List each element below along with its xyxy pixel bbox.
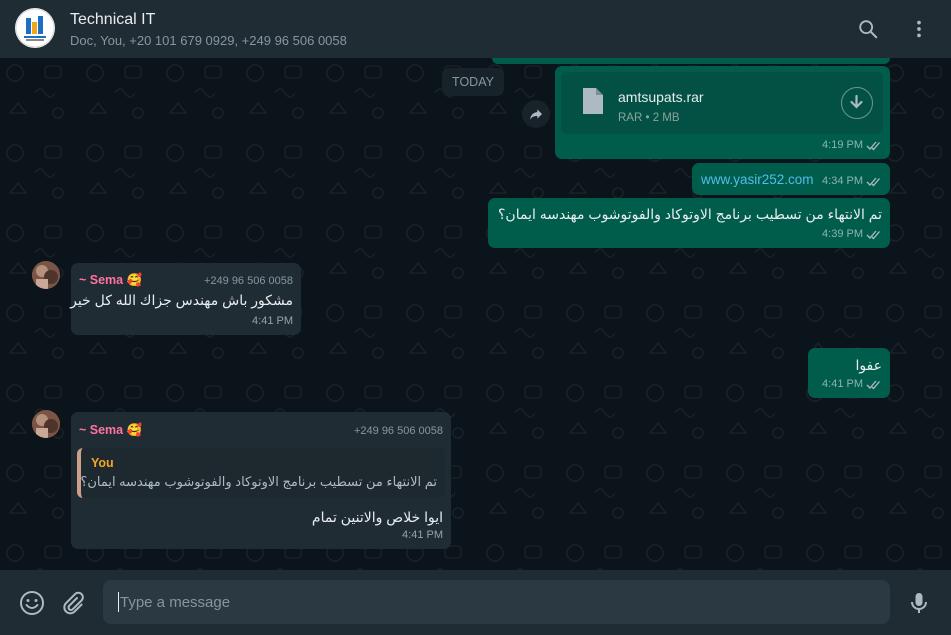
file-meta: RAR • 2 MB bbox=[618, 112, 680, 124]
chat-header[interactable]: Technical IT Doc, You, +20 101 679 0929,… bbox=[0, 0, 951, 58]
chat-participants[interactable]: Doc, You, +20 101 679 0929, +249 96 506 … bbox=[70, 33, 347, 48]
message-file[interactable]: amtsupats.rar RAR • 2 MB 4:19 PM bbox=[555, 66, 890, 159]
message-time-row: 4:41 PM bbox=[822, 375, 882, 394]
message-input[interactable]: Type a message bbox=[103, 580, 890, 624]
double-check-icon bbox=[866, 177, 880, 187]
file-name: amtsupats.rar bbox=[618, 89, 704, 105]
message-incoming-reply[interactable]: ~ Sema 🥰 +249 96 506 0058 You تم الانتها… bbox=[71, 412, 451, 549]
download-button[interactable] bbox=[841, 87, 873, 119]
group-avatar[interactable] bbox=[15, 8, 55, 48]
text-caret bbox=[118, 592, 119, 612]
composer-bar: Type a message bbox=[0, 570, 951, 635]
sender-avatar[interactable] bbox=[32, 410, 60, 438]
file-attachment[interactable]: amtsupats.rar RAR • 2 MB bbox=[561, 72, 883, 134]
message-text[interactable]: تم الانتهاء من تسطيب برنامج الاوتوكاد وا… bbox=[488, 198, 890, 248]
download-icon bbox=[850, 94, 863, 109]
kebab-menu-icon[interactable] bbox=[908, 18, 930, 40]
sender-name[interactable]: ~ Sema 🥰 bbox=[79, 271, 142, 290]
message-time-row: 4:19 PM bbox=[822, 136, 882, 155]
sender-phone: +249 96 506 0058 bbox=[203, 275, 293, 287]
date-divider: TODAY bbox=[442, 68, 504, 96]
message-time: 4:19 PM bbox=[822, 139, 863, 151]
paperclip-icon[interactable] bbox=[60, 590, 86, 616]
message-time: 4:39 PM bbox=[822, 228, 863, 240]
quote-author: You bbox=[91, 456, 114, 470]
microphone-icon[interactable] bbox=[906, 590, 932, 616]
forward-icon bbox=[530, 109, 542, 120]
message-time: 4:41 PM bbox=[822, 378, 863, 390]
sender-phone: +249 96 506 0058 bbox=[353, 425, 443, 437]
double-check-icon bbox=[866, 230, 880, 240]
forward-button[interactable] bbox=[522, 100, 550, 128]
chat-title[interactable]: Technical IT bbox=[70, 11, 155, 29]
message-body: مشكور باش مهندس جزاك الله كل خير bbox=[70, 292, 293, 308]
search-icon[interactable] bbox=[857, 18, 879, 40]
message-body: ايوا خلاص والاتنين تمام bbox=[311, 509, 443, 525]
user-photo-icon bbox=[32, 261, 60, 289]
message-link-text[interactable]: www.yasir252.com bbox=[701, 170, 814, 189]
message-time: 4:34 PM bbox=[822, 175, 863, 187]
message-time: 4:41 PM bbox=[402, 529, 443, 541]
user-photo-icon bbox=[32, 410, 60, 438]
group-logo-icon bbox=[15, 8, 55, 48]
message-time-row: 4:39 PM bbox=[822, 225, 882, 244]
emoji-icon[interactable] bbox=[19, 590, 45, 616]
message-time-row: 4:34 PM bbox=[822, 172, 882, 191]
double-check-icon bbox=[866, 380, 880, 390]
quote-text: تم الانتهاء من تسطيب برنامج الاوتوكاد وا… bbox=[80, 474, 437, 489]
message-incoming[interactable]: ~ Sema 🥰 +249 96 506 0058 مشكور باش مهند… bbox=[70, 263, 301, 335]
message-time: 4:41 PM bbox=[252, 315, 293, 327]
message-text[interactable]: عفوا 4:41 PM bbox=[808, 348, 890, 398]
quoted-message[interactable]: You تم الانتهاء من تسطيب برنامج الاوتوكا… bbox=[77, 448, 445, 498]
sender-avatar[interactable] bbox=[32, 261, 60, 289]
message-link[interactable]: www.yasir252.com 4:34 PM bbox=[692, 163, 890, 195]
double-check-icon bbox=[866, 141, 880, 151]
sender-name[interactable]: ~ Sema 🥰 bbox=[79, 421, 142, 440]
document-icon bbox=[583, 88, 603, 114]
message-body: عفوا bbox=[855, 357, 882, 373]
message-body: تم الانتهاء من تسطيب برنامج الاوتوكاد وا… bbox=[498, 206, 882, 222]
message-input-placeholder: Type a message bbox=[120, 593, 231, 611]
message-list[interactable]: TODAY amtsupats.rar RAR • 2 MB 4:19 PM w… bbox=[0, 58, 951, 570]
previous-message-stub bbox=[492, 58, 890, 64]
